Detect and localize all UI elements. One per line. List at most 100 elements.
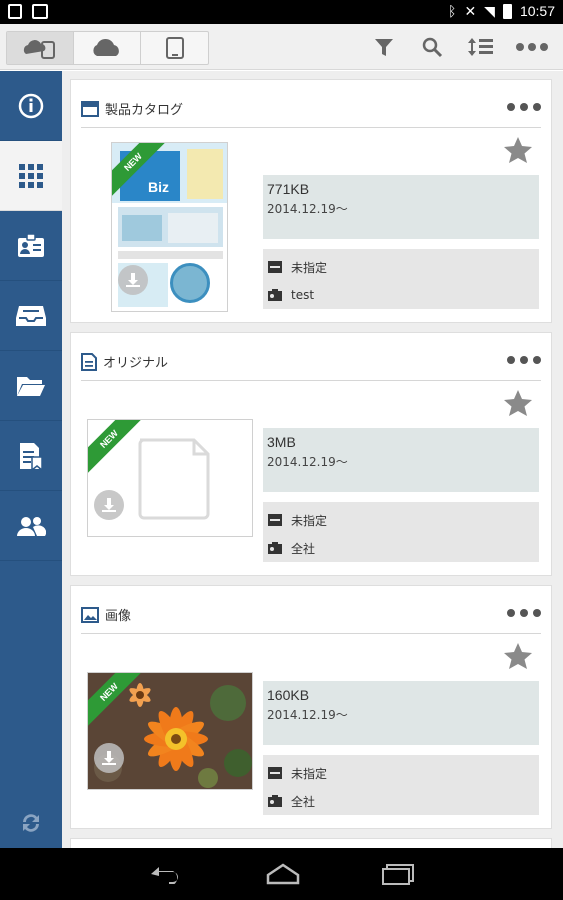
overflow-menu-button[interactable] xyxy=(515,34,549,60)
notification-icon xyxy=(8,4,22,19)
image-notification-icon xyxy=(32,4,48,19)
category-icon xyxy=(268,514,282,526)
catalog-icon xyxy=(81,100,99,117)
folder-icon xyxy=(17,376,45,396)
download-icon xyxy=(102,751,116,765)
sort-button[interactable] xyxy=(467,34,493,60)
content-card[interactable]: 製品カタログ Biz NEW 771KB 2014.12.19～ 未指定 tes… xyxy=(70,79,552,323)
sidebar xyxy=(0,71,62,848)
download-button[interactable] xyxy=(94,743,124,773)
source-segmented-control xyxy=(6,31,209,65)
sidebar-item-users[interactable] xyxy=(0,491,62,561)
scope-icon xyxy=(268,795,282,807)
cloud-device-icon xyxy=(23,40,55,59)
file-date: 2014.12.19～ xyxy=(267,202,348,216)
category-icon xyxy=(268,261,282,273)
sidebar-item-inbox[interactable] xyxy=(0,281,62,351)
image-icon xyxy=(81,606,99,623)
download-button[interactable] xyxy=(118,265,148,295)
scope-icon xyxy=(268,542,282,554)
bluetooth-icon: ᛒ xyxy=(448,3,457,19)
scope-label: 全社 xyxy=(291,794,316,809)
filter-button[interactable] xyxy=(371,34,397,60)
info-icon xyxy=(18,93,44,118)
catalog-thumb-title: Biz xyxy=(148,179,169,195)
content-list: 製品カタログ Biz NEW 771KB 2014.12.19～ 未指定 tes… xyxy=(62,71,563,848)
grid-icon xyxy=(19,163,43,188)
card-more-button[interactable] xyxy=(507,351,541,369)
file-info: 771KB 2014.12.19～ xyxy=(263,175,539,239)
catalog-thumbnail[interactable]: Biz NEW xyxy=(111,142,228,312)
users-icon xyxy=(17,516,46,536)
sync-icon xyxy=(23,814,39,832)
file-meta: 未指定 全社 xyxy=(263,755,539,815)
blank-file-icon xyxy=(138,438,210,520)
image-thumbnail[interactable]: NEW xyxy=(87,672,253,790)
segment-all-sources[interactable] xyxy=(7,32,74,64)
file-date: 2014.12.19～ xyxy=(267,708,348,722)
status-bar: ᛒ ✕ ◥ 10:57 xyxy=(0,0,563,24)
document-icon xyxy=(81,352,97,371)
card-title: 製品カタログ xyxy=(105,103,184,118)
scope-label: test xyxy=(291,288,315,302)
card-header: 製品カタログ xyxy=(81,90,541,128)
system-nav-bar xyxy=(0,848,563,900)
category-label: 未指定 xyxy=(291,260,328,275)
file-size: 160KB xyxy=(267,687,310,703)
sidebar-item-folder[interactable] xyxy=(0,351,62,421)
document-thumbnail[interactable]: NEW xyxy=(87,419,253,537)
battery-icon xyxy=(502,3,512,19)
segment-cloud[interactable] xyxy=(74,32,141,64)
file-size: 3MB xyxy=(267,434,296,450)
clock: 10:57 xyxy=(519,3,555,19)
card-more-button[interactable] xyxy=(507,98,541,116)
content-card[interactable]: 画像 NEW 160KB 2014.12.19～ 未指定 全社 xyxy=(70,585,552,829)
toolbar xyxy=(0,24,563,70)
star-icon[interactable] xyxy=(503,388,533,418)
star-icon[interactable] xyxy=(503,641,533,671)
category-label: 未指定 xyxy=(291,766,328,781)
more-icon xyxy=(516,43,548,51)
recents-icon[interactable] xyxy=(381,863,415,885)
document-icon xyxy=(20,442,43,471)
download-icon xyxy=(126,273,140,287)
category-label: 未指定 xyxy=(291,513,328,528)
file-info: 160KB 2014.12.19～ xyxy=(263,681,539,745)
category-icon xyxy=(268,767,282,779)
file-meta: 未指定 test xyxy=(263,249,539,309)
segment-device[interactable] xyxy=(141,32,208,64)
file-info: 3MB 2014.12.19～ xyxy=(263,428,539,492)
sort-icon xyxy=(468,38,493,56)
sidebar-item-document[interactable] xyxy=(0,421,62,491)
content-card[interactable] xyxy=(70,838,552,848)
sidebar-item-member-card[interactable] xyxy=(0,211,62,281)
home-icon[interactable] xyxy=(265,863,301,885)
card-title: 画像 xyxy=(105,609,132,624)
scope-icon xyxy=(268,289,282,301)
back-icon[interactable] xyxy=(149,864,185,884)
tablet-icon xyxy=(165,37,184,59)
card-header: 画像 xyxy=(81,596,541,634)
download-icon xyxy=(102,498,116,512)
inbox-icon xyxy=(16,305,46,326)
sidebar-item-grid[interactable] xyxy=(0,141,62,211)
card-more-button[interactable] xyxy=(507,604,541,622)
star-icon[interactable] xyxy=(503,135,533,165)
download-button[interactable] xyxy=(94,490,124,520)
content-card[interactable]: オリジナル NEW 3MB 2014.12.19～ 未指定 全社 xyxy=(70,332,552,576)
file-size: 771KB xyxy=(267,181,310,197)
mute-icon: ✕ xyxy=(464,3,477,19)
cloud-icon xyxy=(93,38,119,56)
file-date: 2014.12.19～ xyxy=(267,455,348,469)
search-button[interactable] xyxy=(419,34,445,60)
card-header: オリジナル xyxy=(81,343,541,381)
scope-label: 全社 xyxy=(291,541,316,556)
filter-icon xyxy=(375,39,393,56)
id-card-icon xyxy=(18,232,44,257)
card-title: オリジナル xyxy=(103,356,169,371)
sidebar-item-info[interactable] xyxy=(0,71,62,141)
wifi-icon: ◥ xyxy=(484,3,495,19)
sync-button[interactable] xyxy=(0,798,62,848)
search-icon xyxy=(422,37,443,58)
file-meta: 未指定 全社 xyxy=(263,502,539,562)
